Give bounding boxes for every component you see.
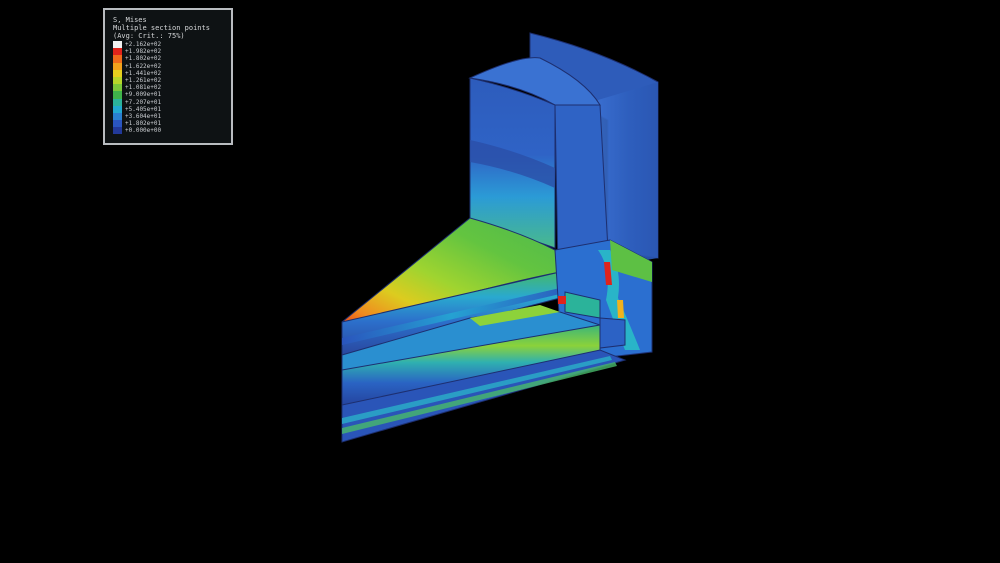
viewport[interactable]: S, Mises Multiple section points (Avg: C… [0,0,1000,563]
joint-stress-hot-2 [617,300,624,318]
step-detail [599,317,626,349]
joint-notch-hot [558,296,566,304]
fea-model-view[interactable] [0,0,1000,563]
